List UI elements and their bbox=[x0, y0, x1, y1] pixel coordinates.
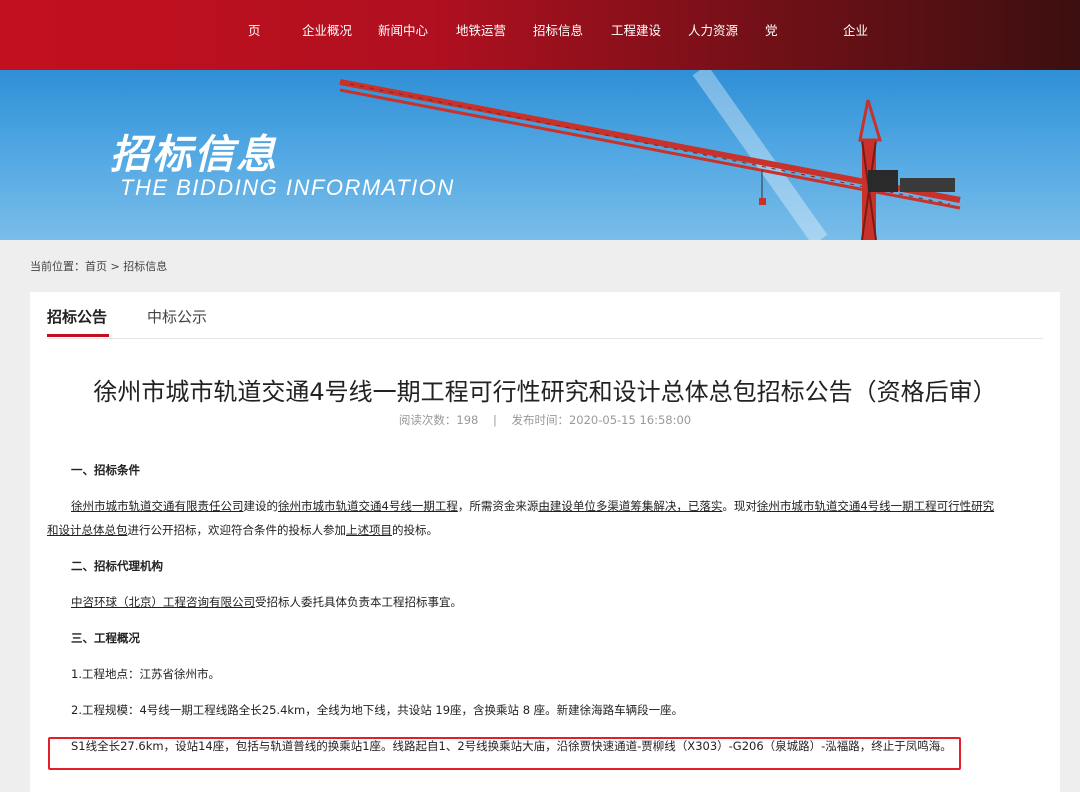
section-heading-2: 二、招标代理机构 bbox=[71, 559, 163, 573]
section-heading-1: 一、招标条件 bbox=[71, 463, 140, 477]
article-meta: 阅读次数：198 | 发布时间：2020-05-15 16:58:00 bbox=[30, 412, 1060, 428]
p1-text-d: ，所需资金来源 bbox=[457, 499, 539, 513]
nav-item-news[interactable]: 新闻中心 bbox=[378, 20, 428, 38]
content-card: 招标公告 中标公示 徐州市城市轨道交通4号线一期工程可行性研究和设计总体总包招标… bbox=[30, 292, 1060, 792]
nav-item-enterprise[interactable]: 企业 bbox=[843, 20, 868, 38]
section-heading-3: 三、工程概况 bbox=[71, 631, 140, 645]
tenderer-name: 徐州市城市轨道交通有限责任公司 bbox=[71, 499, 244, 513]
nav-item-company-overview[interactable]: 企业概况 bbox=[302, 20, 352, 38]
project-name: 徐州市城市轨道交通4号线一期工程 bbox=[278, 499, 458, 513]
page-banner: 招标信息 THE BIDDING INFORMATION bbox=[0, 70, 1080, 240]
active-tab-indicator bbox=[47, 334, 109, 337]
breadcrumb-current[interactable]: 招标信息 bbox=[123, 260, 167, 273]
paragraph-1-line-1: 徐州市城市轨道交通有限责任公司建设的徐州市城市轨道交通4号线一期工程，所需资金来… bbox=[47, 494, 1045, 518]
breadcrumb-home-link[interactable]: 首页 bbox=[85, 260, 107, 273]
tender-scope-cont: 和设计总体总包 bbox=[47, 523, 128, 537]
project-location: 1.工程地点：江苏省徐州市。 bbox=[71, 667, 220, 681]
breadcrumb-prefix: 当前位置： bbox=[30, 260, 85, 273]
meta-separator: | bbox=[492, 413, 497, 427]
tab-bidding-announcement[interactable]: 招标公告 bbox=[47, 306, 107, 327]
top-navigation: 页 企业概况 新闻中心 地铁运营 招标信息 工程建设 人力资源 党 企业 bbox=[0, 0, 1080, 70]
banner-title-en: THE BIDDING INFORMATION bbox=[120, 175, 455, 200]
nav-item-party[interactable]: 党 bbox=[765, 20, 778, 38]
paragraph-2: 中咨环球（北京）工程咨询有限公司受招标人委托具体负责本工程招标事宜。 bbox=[47, 590, 1069, 614]
breadcrumb: 当前位置：首页 > 招标信息 bbox=[30, 258, 167, 274]
nav-item-metro-operation[interactable]: 地铁运营 bbox=[456, 20, 506, 38]
p1-text-k: 的投标。 bbox=[392, 523, 438, 537]
p1-text-i: 进行公开招标，欢迎符合条件的投标人参加 bbox=[127, 523, 347, 537]
nav-item-bidding[interactable]: 招标信息 bbox=[533, 20, 583, 38]
agency-name: 中咨环球（北京）工程咨询有限公司 bbox=[71, 595, 255, 609]
p2-text-b: 受招标人委托具体负责本工程招标事宜。 bbox=[255, 595, 462, 609]
project-scale: 2.工程规模：4号线一期工程线路全长25.4km，全线为地下线，共设站 19座，… bbox=[71, 703, 684, 717]
tab-winning-bid-notice[interactable]: 中标公示 bbox=[147, 306, 207, 327]
date-label: 发布时间： bbox=[511, 413, 569, 427]
breadcrumb-separator: > bbox=[107, 260, 124, 273]
nav-item-construction[interactable]: 工程建设 bbox=[611, 20, 661, 38]
above-project: 上述项目 bbox=[346, 523, 392, 537]
views-label: 阅读次数： bbox=[398, 413, 457, 427]
p1-text-b: 建设的 bbox=[243, 499, 279, 513]
tab-divider bbox=[47, 338, 1043, 339]
highlight-box bbox=[48, 737, 961, 770]
paragraph-1-line-2: 和设计总体总包进行公开招标，欢迎符合条件的投标人参加上述项目的投标。 bbox=[47, 518, 1045, 542]
views-count: 198 bbox=[456, 413, 479, 427]
fund-source: 由建设单位多渠道筹集解决，已落实 bbox=[538, 499, 723, 513]
p1-text-f: 。现对 bbox=[722, 499, 757, 513]
nav-item-hr[interactable]: 人力资源 bbox=[688, 20, 738, 38]
article-title: 徐州市城市轨道交通4号线一期工程可行性研究和设计总体总包招标公告（资格后审） bbox=[93, 378, 997, 406]
tender-scope: 徐州市城市轨道交通4号线一期工程可行性研究 bbox=[756, 499, 995, 513]
banner-title-cn: 招标信息 bbox=[110, 132, 278, 178]
nav-item-home[interactable]: 页 bbox=[248, 20, 261, 38]
publish-date: 2020-05-15 16:58:00 bbox=[568, 413, 692, 427]
